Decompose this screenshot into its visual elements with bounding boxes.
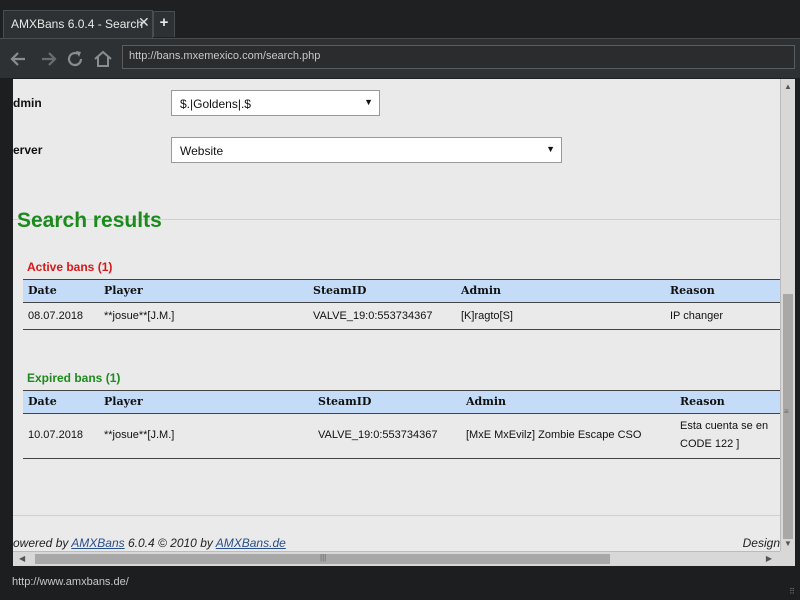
browser-tab[interactable]: AMXBans 6.0.4 - Search ✕	[3, 10, 153, 38]
grip-icon: ≡	[784, 407, 789, 416]
new-tab-button[interactable]: +	[153, 11, 175, 37]
admin-field-label: dmin	[13, 96, 42, 110]
chevron-down-icon: ▼	[364, 97, 373, 107]
column-header-reason[interactable]: Reason	[680, 395, 725, 408]
address-bar[interactable]: http://bans.mxemexico.com/search.php	[122, 45, 795, 69]
chevron-down-icon: ▼	[546, 144, 555, 154]
divider	[13, 515, 780, 516]
page-viewport: dmin $.|Goldens|.$ ▼ erver Website ▼ Sea…	[13, 79, 780, 551]
home-icon[interactable]	[92, 48, 114, 70]
table-row[interactable]: 08.07.2018 **josue**[J.M.] VALVE_19:0:55…	[23, 303, 780, 330]
status-url: http://www.amxbans.de/	[12, 576, 129, 588]
cell-steamid: VALVE_19:0:553734367	[313, 310, 433, 322]
scroll-left-icon[interactable]: ◀	[19, 554, 25, 563]
page-title: Search results	[17, 209, 162, 232]
amxbans-site-link[interactable]: AMXBans.de	[216, 536, 286, 550]
browser-nav-bar: http://bans.mxemexico.com/search.php	[0, 38, 800, 78]
server-select-value: Website	[180, 144, 224, 158]
server-field-label: erver	[13, 143, 43, 157]
scroll-up-icon[interactable]: ▲	[784, 82, 792, 91]
column-header-steamid[interactable]: SteamID	[313, 284, 366, 297]
column-header-player[interactable]: Player	[104, 395, 143, 408]
amxbans-link[interactable]: AMXBans	[71, 536, 124, 550]
column-header-steamid[interactable]: SteamID	[318, 395, 371, 408]
admin-select-value: $.|Goldens|.$	[180, 97, 251, 111]
cell-date: 10.07.2018	[28, 429, 84, 441]
resize-grip-icon[interactable]: ⠿	[789, 587, 795, 596]
cell-player: **josue**[J.M.]	[104, 310, 175, 322]
active-bans-title: Active bans (1)	[27, 260, 113, 274]
vertical-scroll-thumb[interactable]: ≡	[783, 294, 793, 539]
tab-title: AMXBans 6.0.4 - Search	[11, 17, 144, 31]
address-bar-url: http://bans.mxemexico.com/search.php	[129, 50, 321, 62]
expired-bans-title: Expired bans (1)	[27, 371, 121, 385]
footer-design-credit: Design	[742, 536, 780, 550]
browser-status-bar: http://www.amxbans.de/ ⠿	[0, 566, 800, 600]
grip-icon: |||	[320, 553, 327, 562]
server-select[interactable]: Website ▼	[171, 137, 562, 163]
admin-select[interactable]: $.|Goldens|.$ ▼	[171, 90, 380, 116]
cell-admin: [K]ragto[S]	[461, 310, 513, 322]
column-header-player[interactable]: Player	[104, 284, 143, 297]
footer-text-middle: 6.0.4 © 2010 by	[124, 536, 216, 550]
scroll-right-icon[interactable]: ▶	[766, 554, 772, 563]
browser-tab-bar: AMXBans 6.0.4 - Search ✕ +	[0, 0, 800, 38]
footer-text-prefix: owered by	[13, 536, 72, 550]
horizontal-scrollbar[interactable]: ◀ ||| ▶	[13, 551, 780, 566]
cell-admin: [MxE MxEvilz] Zombie Escape CSO	[466, 429, 642, 441]
table-row[interactable]: 10.07.2018 **josue**[J.M.] VALVE_19:0:55…	[23, 414, 780, 459]
table-header: Date Player SteamID Admin Reason	[23, 390, 780, 414]
column-header-admin[interactable]: Admin	[461, 284, 501, 297]
cell-reason-line1: Esta cuenta se en	[680, 420, 769, 432]
vertical-scrollbar[interactable]: ▲ ≡ ▼	[780, 79, 795, 551]
column-header-reason[interactable]: Reason	[670, 284, 715, 297]
forward-arrow-icon[interactable]	[37, 48, 59, 70]
close-tab-icon[interactable]: ✕	[138, 14, 150, 31]
scrollbar-corner	[780, 551, 795, 566]
column-header-admin[interactable]: Admin	[466, 395, 506, 408]
horizontal-scroll-thumb[interactable]: |||	[35, 553, 610, 564]
scroll-down-icon[interactable]: ▼	[784, 539, 792, 548]
column-header-date[interactable]: Date	[28, 284, 57, 297]
back-arrow-icon[interactable]	[8, 48, 30, 70]
cell-player: **josue**[J.M.]	[104, 429, 175, 441]
cell-reason: IP changer	[670, 310, 724, 322]
cell-steamid: VALVE_19:0:553734367	[318, 429, 438, 441]
page-footer: owered by AMXBans 6.0.4 © 2010 by AMXBan…	[13, 536, 780, 550]
reload-icon[interactable]	[64, 48, 86, 70]
column-header-date[interactable]: Date	[28, 395, 57, 408]
cell-reason-line2: CODE 122 ]	[680, 438, 740, 450]
cell-date: 08.07.2018	[28, 310, 84, 322]
table-header: Date Player SteamID Admin Reason	[23, 279, 780, 303]
